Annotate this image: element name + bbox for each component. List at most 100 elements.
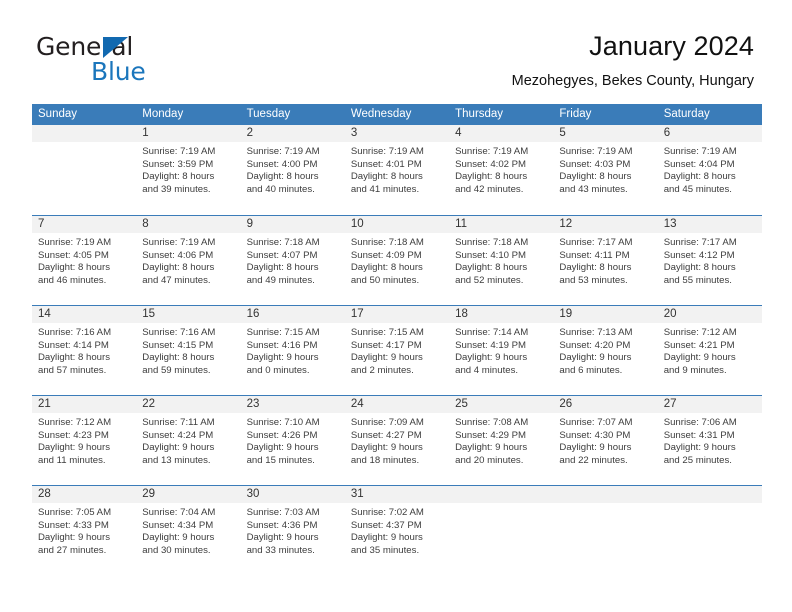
sunset-text: Sunset: 4:36 PM (246, 519, 318, 531)
sunrise-text: Sunrise: 7:19 AM (455, 146, 529, 157)
sunset-text: Sunset: 4:10 PM (455, 249, 527, 261)
sunrise-text: Sunrise: 7:19 AM (559, 146, 633, 157)
calendar-day-cell-empty (449, 486, 554, 575)
calendar-day-cell[interactable]: 2 Sunrise: 7:19 AM Sunset: 4:00 PM Daylight… (240, 125, 345, 215)
calendar-day-cell[interactable]: 4 Sunrise: 7:19 AM Sunset: 4:02 PM Daylight… (449, 125, 554, 215)
day-number: 14 (32, 306, 137, 323)
calendar-day-cell[interactable]: 27 Sunrise: 7:06 AM Sunset: 4:31 PM Dayligh… (657, 396, 762, 485)
sunrise-text: Sunrise: 7:18 AM (246, 237, 320, 248)
daylight-text-line1: Daylight: 9 hours (350, 532, 423, 544)
sunrise-text: Sunrise: 7:16 AM (38, 327, 112, 338)
sunrise-text: Sunrise: 7:03 AM (246, 507, 320, 518)
day-number: 24 (344, 396, 450, 413)
sunset-text: Sunset: 4:15 PM (142, 339, 214, 351)
calendar-day-cell[interactable]: 20 Sunrise: 7:12 AM Sunset: 4:21 PM Dayligh… (657, 306, 762, 395)
sunrise-text: Sunrise: 7:12 AM (663, 327, 737, 338)
day-sun-info: Sunrise: 7:11 AM Sunset: 4:24 PM Daylight:… (136, 413, 240, 467)
calendar-day-cell[interactable]: 10 Sunrise: 7:18 AM Sunset: 4:09 PM Dayligh… (344, 216, 450, 305)
day-sun-info: Sunrise: 7:02 AM Sunset: 4:37 PM Daylight:… (345, 503, 449, 557)
day-number: 31 (344, 486, 450, 503)
daylight-text-line1: Daylight: 8 hours (142, 352, 215, 364)
sunrise-text: Sunrise: 7:11 AM (142, 417, 215, 428)
sunset-text: Sunset: 4:12 PM (663, 249, 735, 261)
day-number: 17 (344, 306, 450, 323)
calendar-day-cell[interactable]: 28 Sunrise: 7:05 AM Sunset: 4:33 PM Dayligh… (32, 486, 137, 575)
day-number: 29 (136, 486, 241, 503)
calendar-day-cell[interactable]: 11 Sunrise: 7:18 AM Sunset: 4:10 PM Dayligh… (449, 216, 554, 305)
logo-triangle-icon (103, 37, 128, 58)
day-sun-info: Sunrise: 7:12 AM Sunset: 4:21 PM Daylight:… (658, 323, 762, 377)
calendar-day-cell[interactable]: 6 Sunrise: 7:19 AM Sunset: 4:04 PM Daylight… (657, 125, 762, 215)
title-block: January 2024 Mezohegyes, Bekes County, H… (512, 30, 754, 90)
daylight-text-line1: Daylight: 9 hours (246, 532, 319, 544)
day-sun-info: Sunrise: 7:18 AM Sunset: 4:09 PM Daylight:… (345, 233, 449, 287)
calendar-day-cell[interactable]: 30 Sunrise: 7:03 AM Sunset: 4:36 PM Dayligh… (240, 486, 345, 575)
daylight-text-line2: and 22 minutes. (559, 454, 628, 466)
day-sun-info: Sunrise: 7:08 AM Sunset: 4:29 PM Daylight:… (449, 413, 553, 467)
calendar-day-cell[interactable]: 15 Sunrise: 7:16 AM Sunset: 4:15 PM Dayligh… (136, 306, 241, 395)
sunrise-text: Sunrise: 7:18 AM (455, 237, 529, 248)
daylight-text-line2: and 52 minutes. (455, 274, 524, 286)
sunset-text: Sunset: 4:04 PM (663, 158, 735, 170)
daylight-text-line2: and 47 minutes. (142, 274, 211, 286)
weekday-header-sunday: Sunday (38, 108, 78, 120)
calendar-day-cell[interactable]: 25 Sunrise: 7:08 AM Sunset: 4:29 PM Dayligh… (449, 396, 554, 485)
sunset-text: Sunset: 4:14 PM (38, 339, 109, 351)
calendar-day-cell[interactable]: 16 Sunrise: 7:15 AM Sunset: 4:16 PM Dayligh… (240, 306, 345, 395)
calendar-day-cell[interactable]: 9 Sunrise: 7:18 AM Sunset: 4:07 PM Daylight… (240, 216, 345, 305)
sunset-text: Sunset: 4:17 PM (350, 339, 422, 351)
calendar-day-cell[interactable]: 13 Sunrise: 7:17 AM Sunset: 4:12 PM Dayligh… (657, 216, 762, 305)
calendar-day-cell-empty (553, 486, 658, 575)
calendar-day-cell[interactable]: 14 Sunrise: 7:16 AM Sunset: 4:14 PM Dayligh… (32, 306, 137, 395)
calendar-day-cell[interactable]: 19 Sunrise: 7:13 AM Sunset: 4:20 PM Dayligh… (553, 306, 658, 395)
daylight-text-line2: and 30 minutes. (142, 544, 211, 556)
calendar-day-cell[interactable]: 18 Sunrise: 7:14 AM Sunset: 4:19 PM Dayligh… (449, 306, 554, 395)
calendar-day-cell[interactable]: 31 Sunrise: 7:02 AM Sunset: 4:37 PM Dayligh… (344, 486, 450, 575)
daylight-text-line2: and 15 minutes. (246, 454, 315, 466)
calendar-day-cell[interactable]: 24 Sunrise: 7:09 AM Sunset: 4:27 PM Dayligh… (344, 396, 450, 485)
day-number (449, 486, 554, 503)
calendar-day-cell[interactable]: 12 Sunrise: 7:17 AM Sunset: 4:11 PM Dayligh… (553, 216, 658, 305)
calendar-day-cell[interactable]: 22 Sunrise: 7:11 AM Sunset: 4:24 PM Dayligh… (136, 396, 241, 485)
daylight-text-line2: and 4 minutes. (455, 364, 519, 376)
day-number: 25 (449, 396, 554, 413)
calendar-day-cell[interactable]: 26 Sunrise: 7:07 AM Sunset: 4:30 PM Dayligh… (553, 396, 658, 485)
calendar-day-cell[interactable]: 17 Sunrise: 7:15 AM Sunset: 4:17 PM Dayligh… (344, 306, 450, 395)
daylight-text-line2: and 57 minutes. (38, 364, 107, 376)
day-sun-info: Sunrise: 7:18 AM Sunset: 4:10 PM Daylight:… (449, 233, 553, 287)
day-sun-info: Sunrise: 7:15 AM Sunset: 4:16 PM Daylight:… (241, 323, 345, 377)
daylight-text-line1: Daylight: 9 hours (559, 352, 632, 364)
sunrise-text: Sunrise: 7:19 AM (246, 146, 320, 157)
page-header: General Blue January 2024 Mezohegyes, Be… (0, 0, 792, 100)
calendar-day-cell[interactable]: 3 Sunrise: 7:19 AM Sunset: 4:01 PM Daylight… (344, 125, 450, 215)
page-subtitle: Mezohegyes, Bekes County, Hungary (511, 73, 754, 89)
daylight-text-line2: and 53 minutes. (559, 274, 628, 286)
calendar-day-cell[interactable]: 8 Sunrise: 7:19 AM Sunset: 4:06 PM Daylight… (136, 216, 241, 305)
calendar-day-cell[interactable]: 21 Sunrise: 7:12 AM Sunset: 4:23 PM Dayligh… (32, 396, 137, 485)
sunset-text: Sunset: 4:02 PM (455, 158, 527, 170)
calendar-day-cell[interactable]: 5 Sunrise: 7:19 AM Sunset: 4:03 PM Daylight… (553, 125, 658, 215)
sunset-text: Sunset: 4:24 PM (142, 429, 214, 441)
daylight-text-line1: Daylight: 8 hours (246, 262, 319, 274)
daylight-text-line2: and 42 minutes. (455, 183, 524, 195)
calendar-day-cell[interactable]: 7 Sunrise: 7:19 AM Sunset: 4:05 PM Daylight… (32, 216, 137, 305)
daylight-text-line1: Daylight: 9 hours (246, 352, 319, 364)
general-blue-logo[interactable]: General Blue (36, 32, 256, 88)
sunrise-text: Sunrise: 7:17 AM (559, 237, 633, 248)
daylight-text-line1: Daylight: 9 hours (142, 532, 215, 544)
daylight-text-line1: Daylight: 8 hours (246, 171, 319, 183)
daylight-text-line1: Daylight: 8 hours (663, 171, 736, 183)
calendar-day-cell[interactable]: 1 Sunrise: 7:19 AM Sunset: 3:59 PM Daylight… (136, 125, 241, 215)
calendar-day-cell[interactable]: 29 Sunrise: 7:04 AM Sunset: 4:34 PM Dayligh… (136, 486, 241, 575)
daylight-text-line2: and 39 minutes. (142, 183, 211, 195)
sunrise-text: Sunrise: 7:06 AM (663, 417, 737, 428)
calendar-week-row: 21 Sunrise: 7:12 AM Sunset: 4:23 PM Dayligh… (32, 395, 762, 485)
sunrise-text: Sunrise: 7:15 AM (246, 327, 320, 338)
sunrise-text: Sunrise: 7:05 AM (38, 507, 112, 518)
day-number: 21 (32, 396, 137, 413)
sunset-text: Sunset: 4:37 PM (350, 519, 422, 531)
sunset-text: Sunset: 4:30 PM (559, 429, 631, 441)
sunrise-text: Sunrise: 7:19 AM (663, 146, 737, 157)
day-number: 7 (32, 216, 137, 233)
calendar-day-cell[interactable]: 23 Sunrise: 7:10 AM Sunset: 4:26 PM Dayligh… (240, 396, 345, 485)
